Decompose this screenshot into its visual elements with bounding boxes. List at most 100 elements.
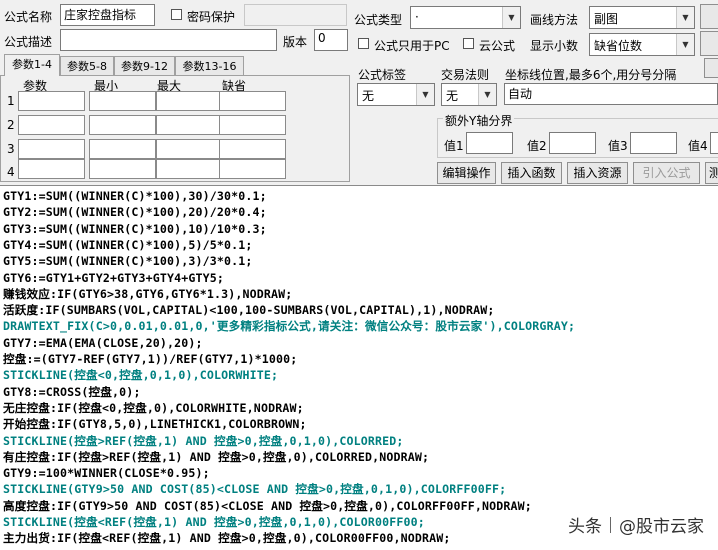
param-row-num: 4: [7, 165, 15, 179]
val4-label: 值4: [688, 139, 708, 153]
chevron-down-icon[interactable]: ▼: [676, 7, 694, 28]
code-line: 无庄控盘:IF(控盘<0,控盘,0),COLORWHITE,NODRAW;: [3, 400, 304, 415]
code-line: STICKLINE(控盘>REF(控盘,1) AND 控盘>0,控盘,0,1,0…: [3, 433, 404, 448]
param-cell[interactable]: [89, 139, 156, 159]
formula-desc-label: 公式描述: [4, 35, 53, 49]
side-button-1[interactable]: [700, 4, 718, 29]
code-line: 控盘:=(GTY7-REF(GTY7,1))/REF(GTY7,1)*1000;: [3, 352, 298, 366]
code-line: GTY3:=SUM((WINNER(C)*100),10)/10*0.3;: [3, 221, 267, 236]
watermark-divider: [610, 516, 611, 533]
pc-only-checkbox[interactable]: [358, 38, 369, 49]
param-cell[interactable]: [219, 159, 286, 179]
formula-tag-label: 公式标签: [358, 68, 407, 82]
param-cell[interactable]: [18, 91, 85, 111]
code-line: 活跃度:IF(SUMBARS(VOL,CAPITAL)<100,100-SUMB…: [3, 303, 495, 318]
cloud-checkbox[interactable]: [463, 38, 474, 49]
val4-input[interactable]: [710, 132, 718, 154]
code-line: 赚钱效应:IF(GTY6>38,GTY6,GTY6*1.3),NODRAW;: [3, 286, 293, 301]
code-line: 主力出货:IF(控盘<REF(控盘,1) AND 控盘>0,控盘,0),COLO…: [3, 531, 451, 546]
chevron-down-icon[interactable]: ▼: [416, 84, 434, 105]
password-input: [244, 4, 347, 26]
tab-params-5-8[interactable]: 参数5-8: [60, 56, 114, 76]
param-cell[interactable]: [219, 115, 286, 135]
formula-tag-select[interactable]: 无 ▼: [357, 83, 435, 106]
version-label: 版本: [283, 35, 308, 49]
decimals-label: 显示小数: [530, 39, 579, 53]
code-line: GTY6:=GTY1+GTY2+GTY3+GTY4+GTY5;: [3, 270, 225, 285]
tab-params-1-4[interactable]: 参数1-4: [4, 54, 60, 76]
params-panel: 参数 最小 最大 缺省 1 2 3 4: [0, 75, 350, 182]
import-formula-button[interactable]: 引入公式: [633, 162, 700, 184]
watermark: 头条 @股市云家: [568, 512, 704, 537]
code-line: GTY8:=CROSS(控盘,0);: [3, 384, 141, 399]
test-button[interactable]: 测: [705, 162, 718, 184]
formula-name-input[interactable]: 庄家控盘指标: [60, 4, 155, 26]
watermark-author: @股市云家: [619, 517, 704, 537]
param-cell[interactable]: [89, 159, 156, 179]
coord-label: 坐标线位置,最多6个,用分号分隔: [505, 68, 677, 82]
code-line: GTY2:=SUM((WINNER(C)*100),20)/20*0.4;: [3, 205, 267, 220]
decimals-select[interactable]: 缺省位数 ▼: [589, 33, 695, 56]
coord-input[interactable]: 自动: [504, 83, 718, 105]
y-axis-label: 额外Y轴分界: [443, 112, 515, 129]
param-cell[interactable]: [18, 115, 85, 135]
tab-params-13-16[interactable]: 参数13-16: [175, 56, 244, 76]
code-editor[interactable]: GTY1:=SUM((WINNER(C)*100),30)/30*0.1; GTY…: [0, 185, 718, 550]
cloud-label: 云公式: [479, 39, 516, 53]
edit-operation-button[interactable]: 编辑操作: [437, 162, 496, 184]
param-cell[interactable]: [89, 115, 156, 135]
param-cell[interactable]: [18, 139, 85, 159]
draw-method-select[interactable]: 副图 ▼: [589, 6, 695, 29]
password-checkbox[interactable]: [171, 9, 182, 20]
decimals-value: 缺省位数: [594, 39, 643, 53]
version-input[interactable]: 0: [314, 29, 348, 51]
side-button-2[interactable]: [700, 31, 718, 56]
insert-function-button[interactable]: 插入函数: [501, 162, 562, 184]
formula-name-label: 公式名称: [4, 10, 53, 24]
param-cell[interactable]: [18, 159, 85, 179]
code-line: STICKLINE(控盘<REF(控盘,1) AND 控盘>0,控盘,0,1,0…: [3, 515, 425, 529]
val3-label: 值3: [608, 139, 628, 153]
param-cell[interactable]: [156, 159, 223, 179]
formula-desc-input[interactable]: [60, 29, 277, 51]
chevron-down-icon[interactable]: ▼: [502, 7, 520, 28]
param-row-num: 3: [7, 142, 15, 156]
val2-label: 值2: [527, 139, 547, 153]
param-cell[interactable]: [219, 91, 286, 111]
tab-params-9-12[interactable]: 参数9-12: [114, 56, 175, 76]
code-line: DRAWTEXT_FIX(C>0,0.01,0.01,0,'更多精彩指标公式,请…: [3, 319, 576, 334]
val3-input[interactable]: [630, 132, 677, 154]
draw-method-value: 副图: [594, 12, 619, 26]
code-line: GTY7:=EMA(EMA(CLOSE,20),20);: [3, 335, 203, 350]
insert-resource-button[interactable]: 插入资源: [567, 162, 628, 184]
param-cell[interactable]: [219, 139, 286, 159]
val2-input[interactable]: [549, 132, 596, 154]
param-cell[interactable]: [156, 115, 223, 135]
formula-type-value: ·: [415, 10, 419, 24]
pc-only-label: 公式只用于PC: [374, 39, 450, 53]
formula-type-label: 公式类型: [354, 13, 403, 27]
draw-method-label: 画线方法: [530, 13, 579, 27]
code-line: GTY9:=100*WINNER(CLOSE*0.95);: [3, 466, 210, 481]
side-button-3[interactable]: [704, 58, 718, 78]
trade-rule-label: 交易法则: [441, 68, 490, 82]
code-line: GTY5:=SUM((WINNER(C)*100),3)/3*0.1;: [3, 254, 253, 269]
formula-type-select[interactable]: · ▼: [410, 6, 521, 29]
trade-rule-select[interactable]: 无 ▼: [441, 83, 497, 106]
code-line: GTY4:=SUM((WINNER(C)*100),5)/5*0.1;: [3, 237, 253, 252]
code-line: STICKLINE(控盘<0,控盘,0,1,0),COLORWHITE;: [3, 368, 279, 383]
code-line: 开始控盘:IF(GTY8,5,0),LINETHICK1,COLORBROWN;: [3, 417, 307, 432]
watermark-source: 头条: [568, 517, 602, 537]
val1-input[interactable]: [466, 132, 513, 154]
formula-tag-value: 无: [362, 89, 375, 103]
chevron-down-icon[interactable]: ▼: [478, 84, 496, 105]
param-row-num: 1: [7, 94, 15, 108]
param-cell[interactable]: [156, 139, 223, 159]
param-cell[interactable]: [89, 91, 156, 111]
code-line: STICKLINE(GTY9>50 AND COST(85)<CLOSE AND…: [3, 482, 507, 497]
trade-rule-value: 无: [446, 89, 459, 103]
param-cell[interactable]: [156, 91, 223, 111]
password-label: 密码保护: [187, 10, 236, 24]
code-line: 高度控盘:IF(GTY9>50 AND COST(85)<CLOSE AND 控…: [3, 498, 532, 513]
chevron-down-icon[interactable]: ▼: [676, 34, 694, 55]
